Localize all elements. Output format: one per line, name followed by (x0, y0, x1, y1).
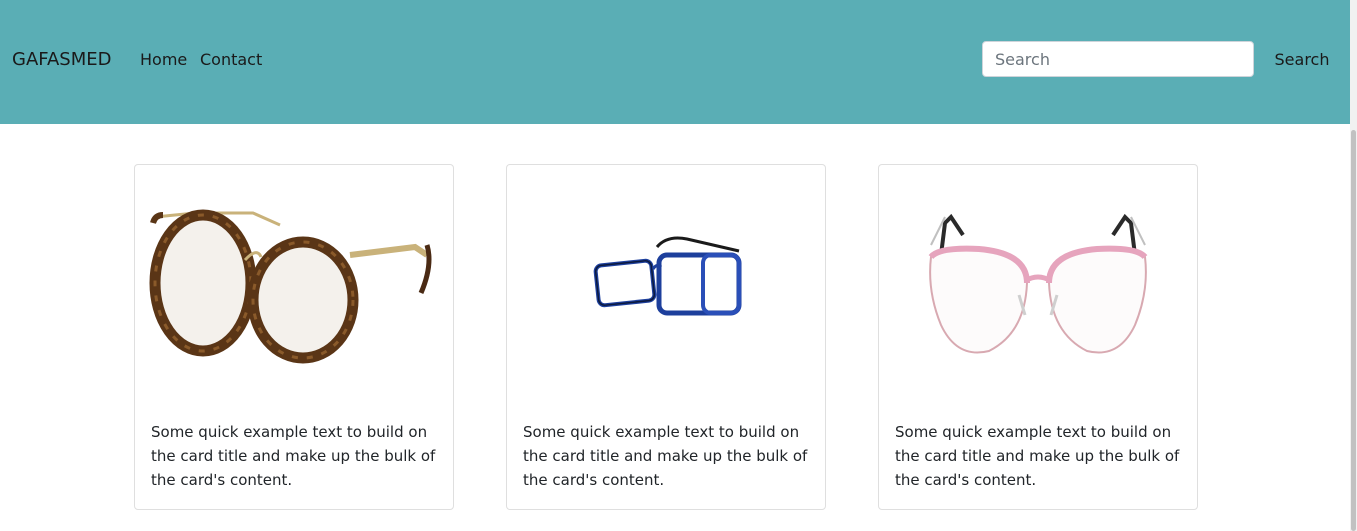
navbar: GAFASMED Home Contact Search (0, 0, 1350, 124)
nav-link-contact[interactable]: Contact (200, 50, 262, 70)
card-body: Some quick example text to build on the … (895, 420, 1185, 492)
product-card: Some quick example text to build on the … (878, 164, 1198, 510)
product-card: Some quick example text to build on the … (134, 164, 454, 510)
card-text: Some quick example text to build on the … (151, 423, 436, 489)
product-card: Some quick example text to build on the … (506, 164, 826, 510)
card-text: Some quick example text to build on the … (523, 423, 808, 489)
search-input[interactable] (982, 41, 1254, 77)
pink-cat-eye-glasses-image (928, 213, 1148, 354)
scrollbar-thumb[interactable] (1351, 130, 1356, 531)
card-body: Some quick example text to build on the … (523, 420, 813, 492)
page: GAFASMED Home Contact Search Some quick … (0, 0, 1357, 531)
nav-link-home[interactable]: Home (140, 50, 187, 70)
blue-rectangular-glasses-image (593, 236, 742, 316)
card-text: Some quick example text to build on the … (895, 423, 1180, 489)
card-body: Some quick example text to build on the … (151, 420, 441, 492)
tortoiseshell-glasses-image (149, 209, 432, 364)
brand-logo[interactable]: GAFASMED (12, 48, 111, 72)
search-button[interactable]: Search (1266, 41, 1338, 77)
